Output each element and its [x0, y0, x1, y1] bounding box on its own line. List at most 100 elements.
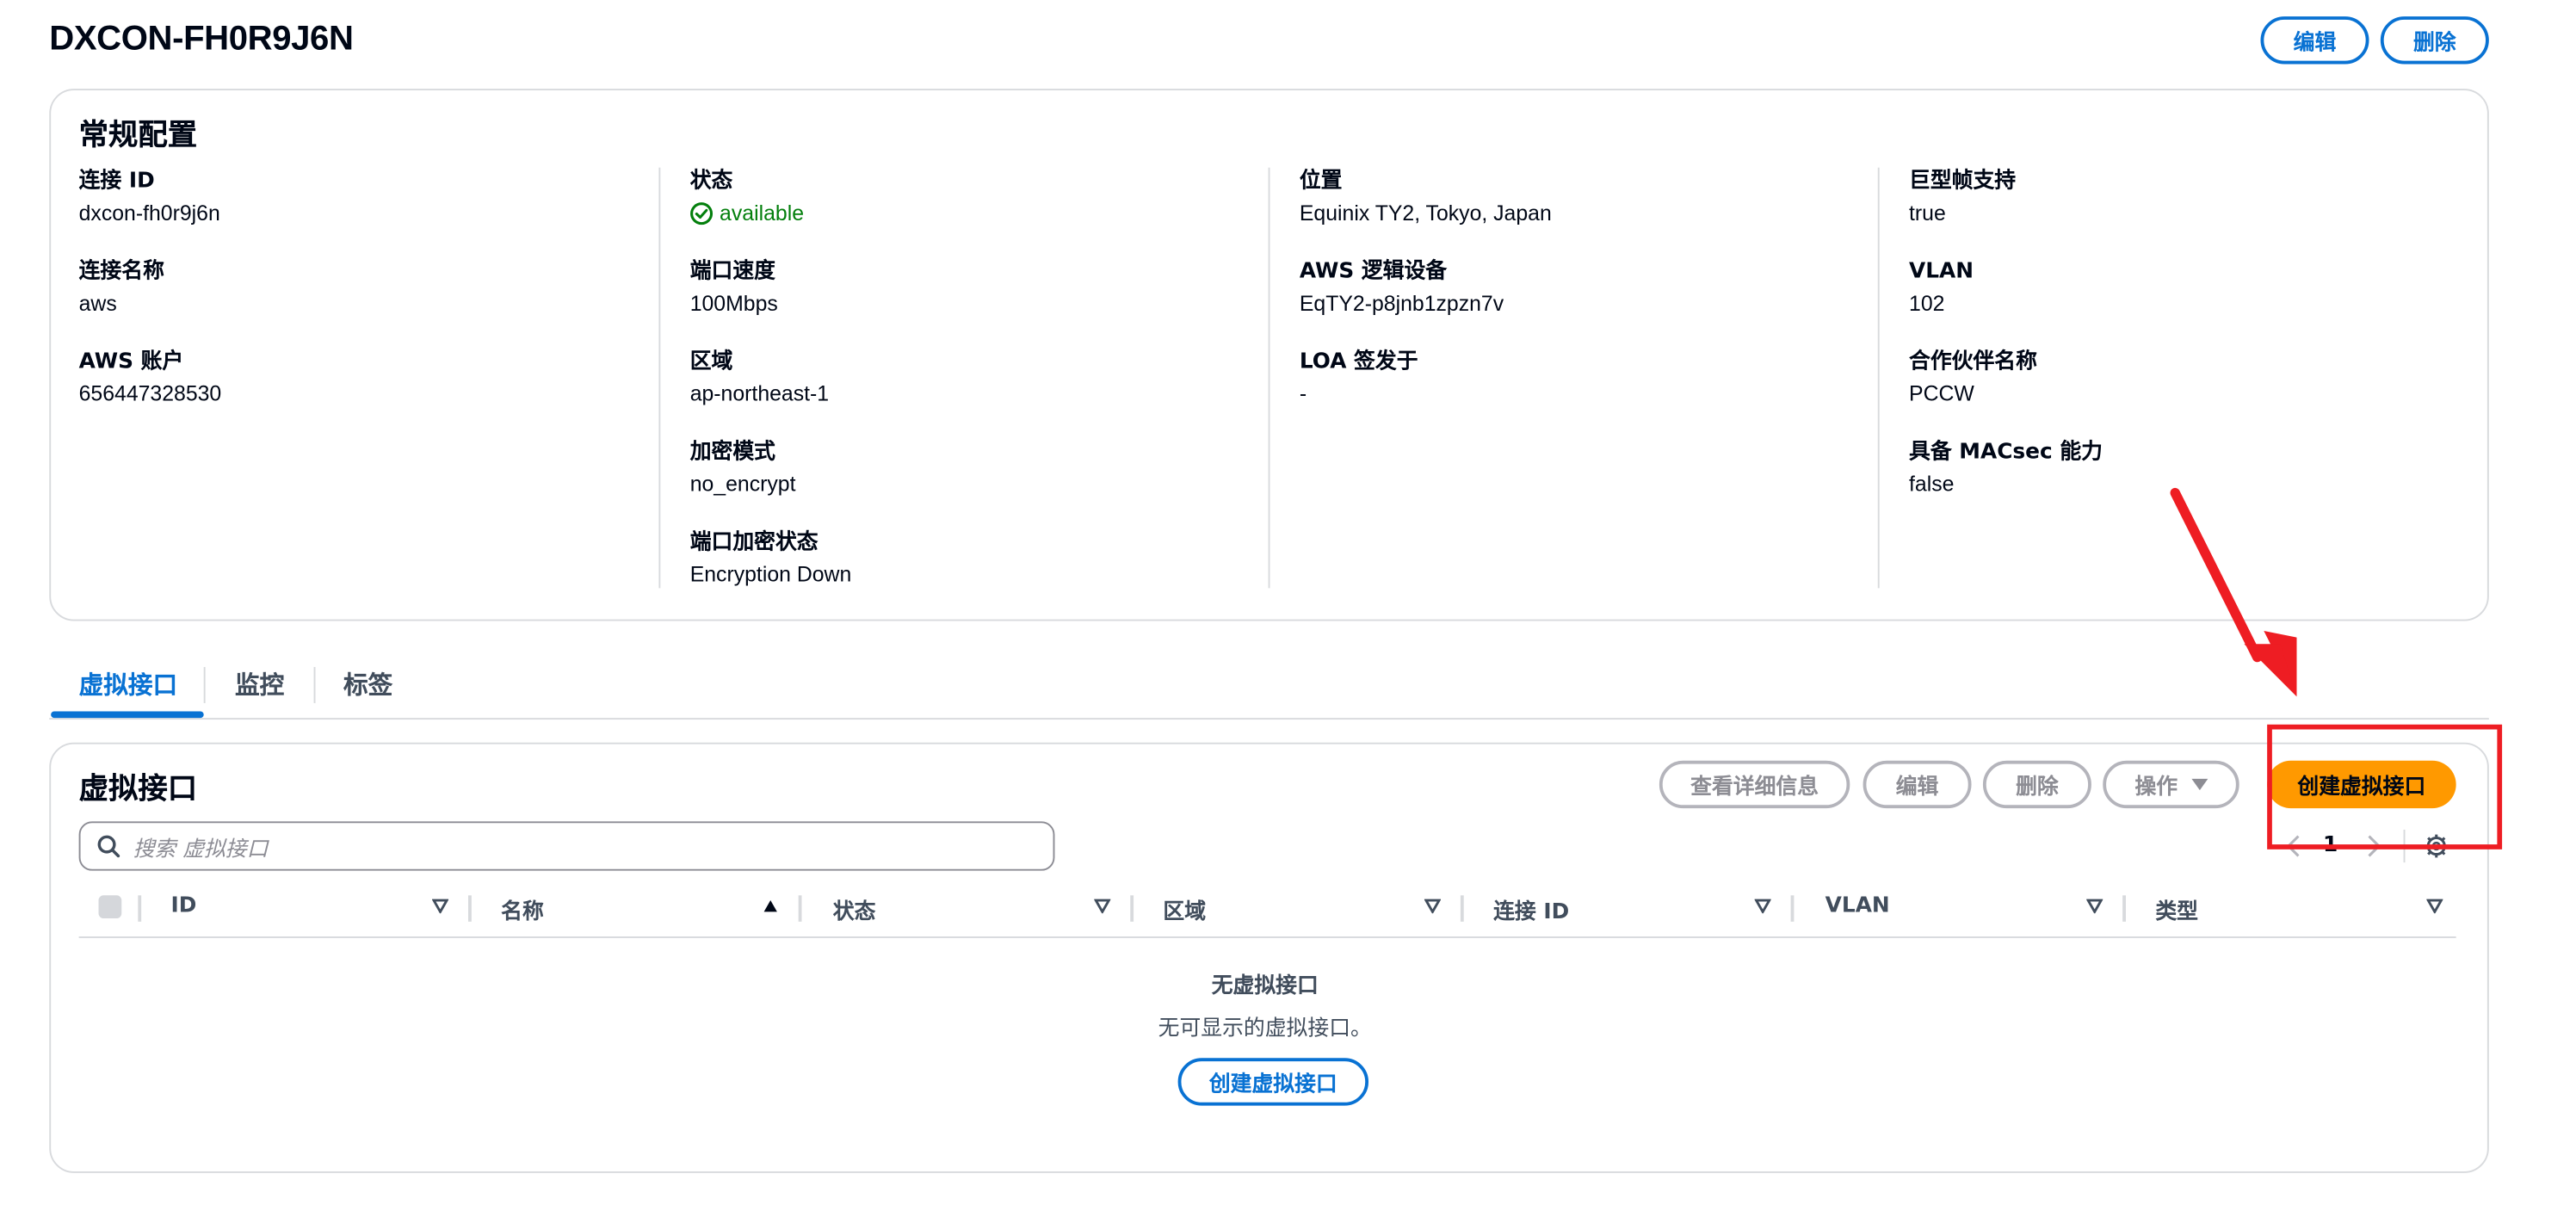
field-value: - [1299, 380, 1307, 406]
field-value: Equinix TY2, Tokyo, Japan [1299, 200, 1552, 225]
column-divider [1460, 895, 1464, 922]
general-config-title: 常规配置 [78, 118, 198, 153]
field-label: 连接 ID [78, 169, 155, 195]
annotation-highlight-box [2267, 724, 2503, 849]
sort-down-icon[interactable] [1094, 899, 1111, 914]
encryption-mode-field: 加密模式 no_encrypt [690, 439, 1249, 500]
sort-down-icon[interactable] [2086, 899, 2103, 914]
field-value: 656447328530 [78, 380, 222, 406]
field-value: PCCW [1909, 380, 1974, 406]
column-header-vlan[interactable]: VLAN [1825, 893, 1890, 918]
column-divider [1877, 167, 1880, 589]
search-icon [97, 835, 120, 858]
sort-down-icon[interactable] [432, 899, 449, 914]
edit-button[interactable]: 编辑 [2260, 16, 2369, 65]
field-value: 100Mbps [689, 290, 778, 316]
sort-down-icon[interactable] [1754, 899, 1771, 914]
port-encryption-status-field: 端口加密状态 Encryption Down [690, 529, 1249, 590]
region-field: 区域 ap-northeast-1 [690, 349, 1249, 410]
field-value: 102 [1909, 290, 1945, 316]
column-divider [1268, 167, 1270, 589]
tab-divider [203, 666, 206, 703]
column-header-status[interactable]: 状态 [833, 893, 876, 925]
column-divider [798, 895, 802, 922]
field-label: 区域 [689, 349, 733, 375]
actions-dropdown[interactable]: 操作 [2103, 760, 2239, 809]
column-divider [1130, 895, 1134, 922]
logical-device-field: AWS 逻辑设备 EqTY2-p8jnb1zpzn7v [1300, 258, 1858, 319]
tab-divider [313, 666, 316, 703]
column-header-connection-id[interactable]: 连接 ID [1493, 893, 1569, 925]
empty-state-description: 无可显示的虚拟接口。 [1158, 1016, 1372, 1042]
status-text: available [720, 200, 805, 225]
status-field: 状态 available [690, 168, 1249, 229]
column-header-type[interactable]: 类型 [2155, 893, 2198, 925]
tab-monitoring[interactable]: 监控 [235, 667, 284, 701]
caret-down-icon [2190, 777, 2208, 790]
field-label: 端口速度 [689, 259, 775, 285]
field-value: no_encrypt [689, 471, 796, 497]
field-label: 加密模式 [689, 440, 775, 466]
empty-state-title: 无虚拟接口 [1211, 973, 1319, 999]
column-divider [2122, 895, 2126, 922]
actions-label: 操作 [2134, 775, 2178, 800]
config-column-2: 状态 available 端口速度 100Mbps 区域 ap-northeas… [690, 168, 1249, 589]
view-details-button[interactable]: 查看详细信息 [1659, 760, 1850, 809]
field-value: aws [78, 290, 117, 316]
column-divider [1790, 895, 1795, 922]
column-divider [468, 895, 472, 922]
field-value: EqTY2-p8jnb1zpzn7v [1299, 290, 1504, 316]
field-value: dxcon-fh0r9j6n [78, 200, 220, 225]
connection-id-field: 连接 ID dxcon-fh0r9j6n [79, 168, 638, 229]
loa-issued-field: LOA 签发于 - [1300, 349, 1858, 410]
field-label: 端口加密状态 [689, 530, 819, 556]
field-label: 具备 MACsec 能力 [1909, 440, 2103, 466]
sort-up-icon[interactable] [763, 899, 779, 913]
column-divider [138, 895, 142, 922]
config-column-1: 连接 ID dxcon-fh0r9j6n 连接名称 aws AWS 账户 656… [79, 168, 638, 589]
status-value: available [690, 199, 1249, 228]
vif-edit-button[interactable]: 编辑 [1863, 760, 1972, 809]
field-label: LOA 签发于 [1299, 349, 1418, 375]
tab-tags[interactable]: 标签 [343, 667, 392, 701]
port-speed-field: 端口速度 100Mbps [690, 258, 1249, 319]
field-value: Encryption Down [689, 561, 852, 587]
field-value: true [1909, 200, 1946, 225]
tab-bar: 虚拟接口 监控 标签 [49, 658, 2489, 720]
partner-name-field: 合作伙伴名称 PCCW [1909, 349, 2468, 410]
config-column-3: 位置 Equinix TY2, Tokyo, Japan AWS 逻辑设备 Eq… [1300, 168, 1858, 589]
virtual-interfaces-title: 虚拟接口 [78, 772, 198, 807]
field-label: AWS 账户 [78, 349, 184, 375]
select-all-checkbox[interactable] [98, 895, 122, 919]
field-value: ap-northeast-1 [689, 380, 830, 406]
column-divider [658, 167, 661, 589]
aws-account-field: AWS 账户 656447328530 [79, 349, 638, 410]
vif-delete-button[interactable]: 删除 [1982, 760, 2091, 809]
annotation-arrow [2170, 487, 2297, 697]
sort-down-icon[interactable] [2426, 899, 2443, 914]
field-label: 合作伙伴名称 [1909, 349, 2037, 375]
page-title: DXCON-FH0R9J6N [49, 19, 354, 58]
field-label: 位置 [1299, 169, 1343, 195]
vlan-field: VLAN 102 [1909, 258, 2468, 319]
delete-button[interactable]: 删除 [2380, 16, 2489, 65]
field-label: VLAN [1909, 259, 1974, 285]
field-label: 状态 [689, 169, 733, 195]
location-field: 位置 Equinix TY2, Tokyo, Japan [1300, 168, 1858, 229]
empty-create-button[interactable]: 创建虚拟接口 [1177, 1058, 1369, 1106]
tab-virtual-interfaces[interactable]: 虚拟接口 [79, 667, 178, 701]
page: DXCON-FH0R9J6N 编辑 删除 常规配置 连接 ID dxcon-fh… [0, 0, 2576, 1217]
field-label: 连接名称 [78, 259, 164, 285]
check-circle-icon [690, 202, 713, 225]
field-label: 巨型帧支持 [1909, 169, 2017, 195]
active-tab-indicator [51, 711, 204, 719]
column-header-region[interactable]: 区域 [1163, 893, 1206, 925]
table-header-divider [78, 936, 2456, 938]
field-label: AWS 逻辑设备 [1299, 259, 1448, 285]
column-header-name[interactable]: 名称 [501, 893, 544, 925]
sort-down-icon[interactable] [1424, 899, 1442, 914]
column-header-id[interactable]: ID [171, 893, 197, 918]
jumbo-frame-field: 巨型帧支持 true [1909, 168, 2468, 229]
search-input[interactable]: 搜索 虚拟接口 [78, 821, 1055, 871]
search-placeholder: 搜索 虚拟接口 [133, 837, 269, 862]
